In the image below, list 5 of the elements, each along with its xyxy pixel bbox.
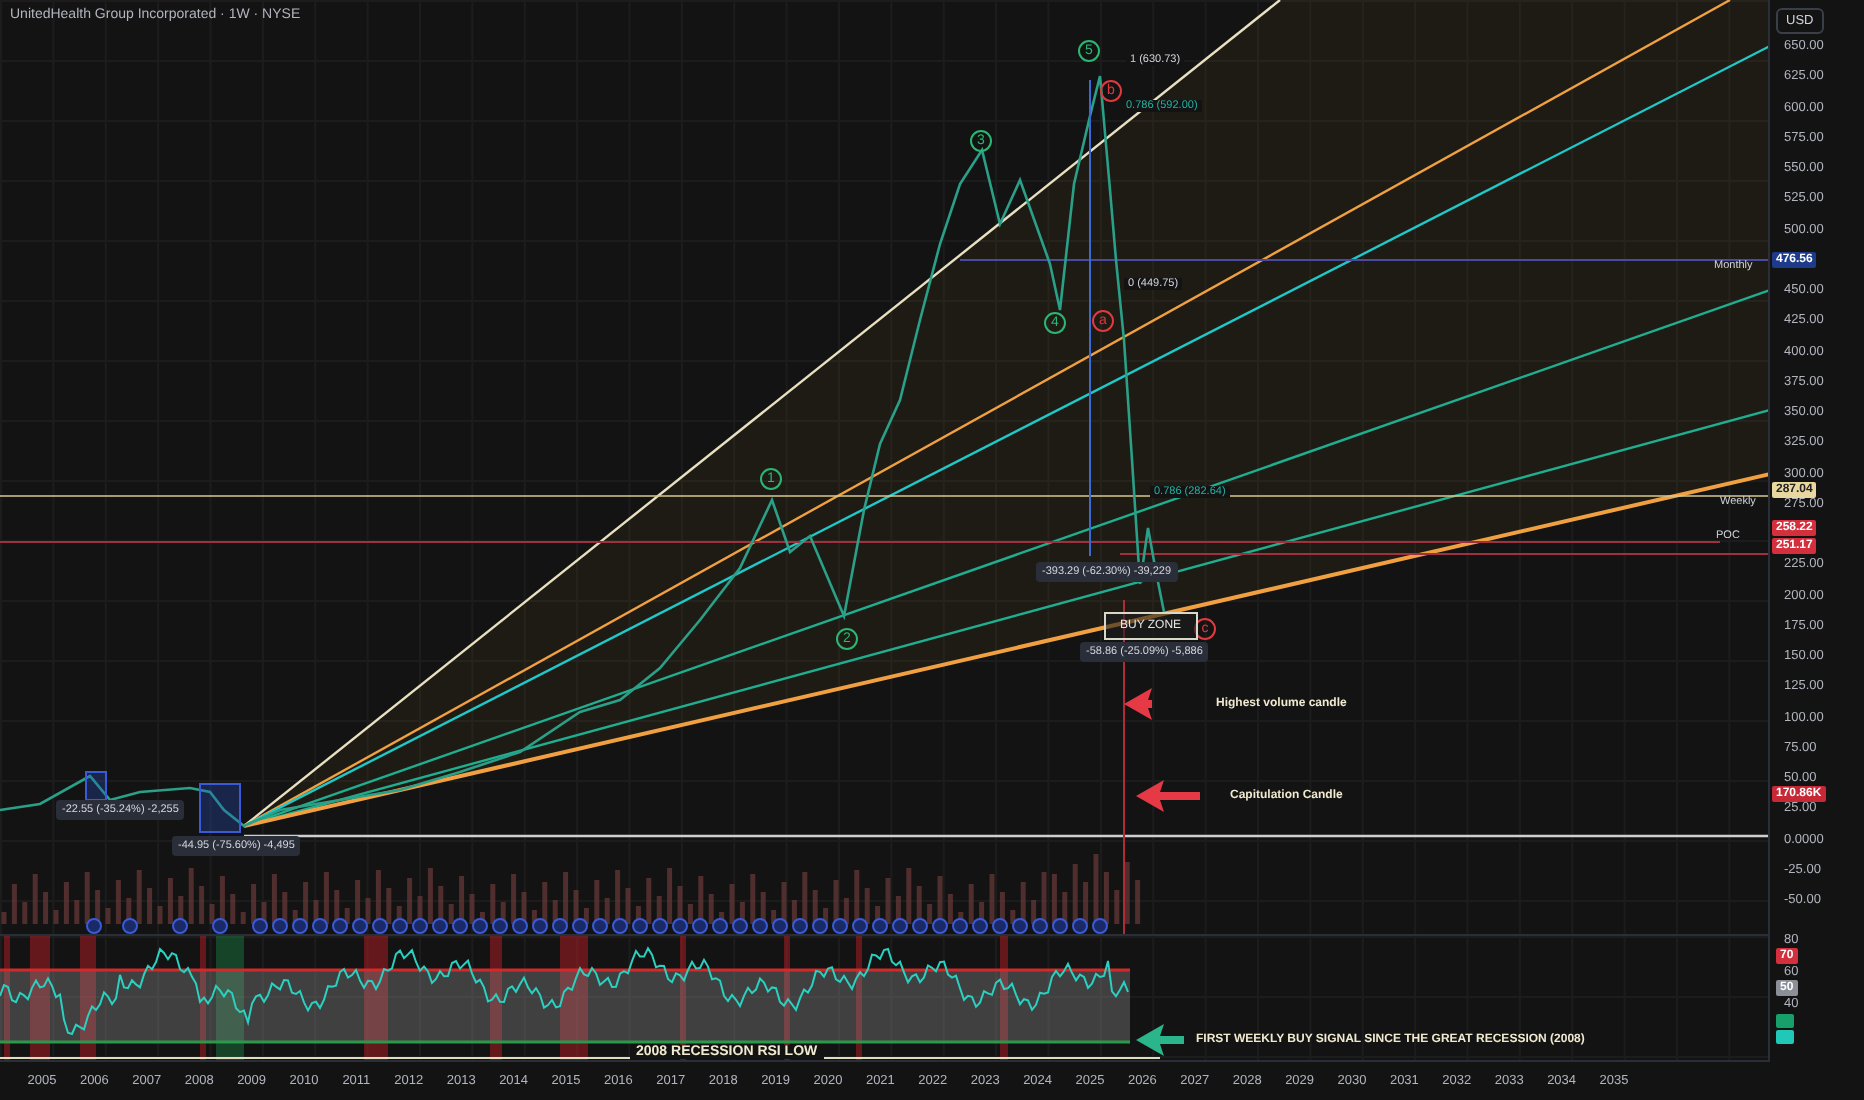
arrow-icon (1136, 780, 1200, 812)
range-box (199, 783, 241, 833)
arrow-icon (1124, 688, 1152, 720)
arrow-icon (1136, 1024, 1184, 1056)
range-box (85, 771, 107, 801)
